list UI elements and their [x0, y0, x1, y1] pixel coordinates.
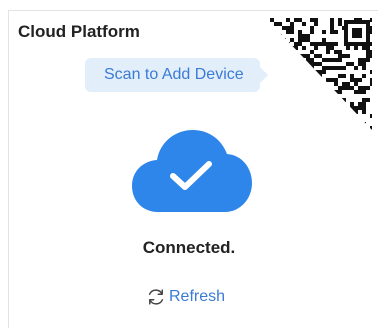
connection-status: Connected. [142, 238, 236, 257]
cloud-check-icon [132, 130, 252, 212]
qr-code-icon[interactable] [266, 18, 372, 130]
refresh-button[interactable]: Refresh [145, 286, 225, 308]
refresh-icon [148, 289, 164, 305]
scan-to-add-tooltip: Scan to Add Device [85, 58, 268, 92]
refresh-label: Refresh [169, 288, 226, 305]
panel-title: Cloud Platform [18, 22, 140, 41]
